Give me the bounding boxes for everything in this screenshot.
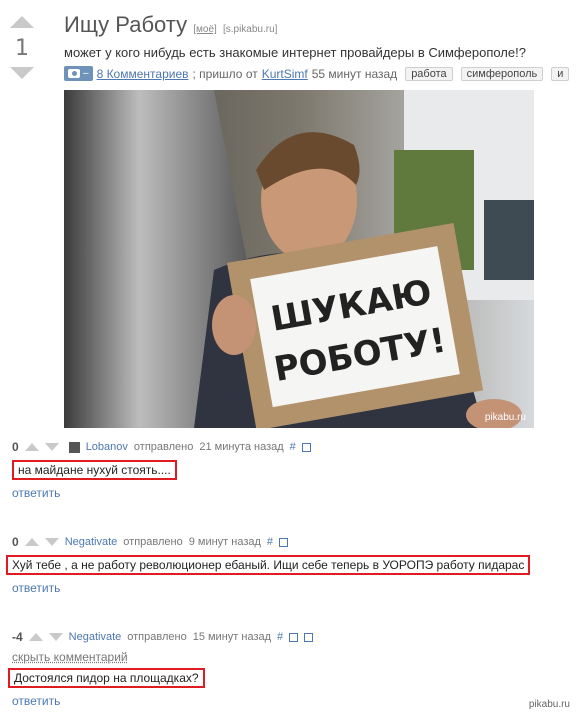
comment-text: на майдане нухуй стоять.... bbox=[12, 460, 177, 480]
save-icon[interactable] bbox=[304, 632, 314, 642]
post-description: может у кого нибудь есть знакомые интерн… bbox=[64, 45, 526, 60]
collapse-icon[interactable] bbox=[289, 632, 299, 642]
comment-time: 15 минут назад bbox=[192, 631, 272, 643]
comment-text: Достоялся пидор на площадках? bbox=[8, 668, 205, 688]
media-badge-label: – bbox=[83, 68, 89, 79]
comment-downvote-icon[interactable] bbox=[44, 443, 59, 451]
tag-work[interactable]: работа bbox=[405, 66, 453, 81]
downvote-icon[interactable] bbox=[10, 67, 34, 79]
comment-upvote-icon[interactable] bbox=[28, 633, 43, 641]
post-meta: – 8 Комментариев ; пришло от KurtSimf 55… bbox=[64, 66, 576, 81]
posted-prefix: ; пришло от bbox=[192, 66, 258, 81]
comments-link[interactable]: 8 Комментариев bbox=[97, 67, 189, 81]
post-image[interactable]: ШУКАЮ РОБОТУ! pikabu.ru bbox=[64, 90, 534, 428]
photo-watermark: pikabu.ru bbox=[485, 412, 526, 423]
reply-link[interactable]: ответить bbox=[12, 694, 313, 708]
comment-time: 21 минута назад bbox=[199, 441, 284, 453]
page-watermark: pikabu.ru bbox=[528, 699, 570, 710]
camera-icon bbox=[68, 69, 80, 78]
comment-meta: 0 Negativate отправлено 9 минут назад # bbox=[12, 535, 530, 549]
comment-score: -4 bbox=[12, 630, 23, 644]
mine-label[interactable]: [моё] bbox=[193, 24, 217, 35]
posted-time: 55 минут назад bbox=[311, 66, 398, 81]
tag-more[interactable]: и bbox=[551, 66, 570, 81]
comment-permalink[interactable]: # bbox=[277, 631, 283, 643]
post-header: Ищу Работу [моё] [s.pikabu.ru] может у к… bbox=[64, 12, 576, 81]
comment-sent: отправлено bbox=[123, 536, 183, 548]
comment-time: 9 минут назад bbox=[188, 536, 261, 548]
source-link[interactable]: [s.pikabu.ru] bbox=[223, 24, 277, 35]
reply-link[interactable]: ответить bbox=[12, 581, 530, 595]
comment-sent: отправлено bbox=[127, 631, 187, 643]
comment-1: 0 Lobanov отправлено 21 минута назад # н… bbox=[12, 440, 311, 500]
upvote-icon[interactable] bbox=[10, 16, 34, 28]
comment-score: 0 bbox=[12, 535, 19, 549]
tag-simferopol[interactable]: симферополь bbox=[460, 66, 544, 81]
post-title-line: Ищу Работу [моё] [s.pikabu.ru] bbox=[64, 12, 576, 43]
comment-permalink[interactable]: # bbox=[290, 441, 296, 453]
comment-sent: отправлено bbox=[133, 441, 194, 453]
comment-meta: -4 Negativate отправлено 15 минут назад … bbox=[12, 630, 314, 644]
comment-upvote-icon[interactable] bbox=[24, 538, 39, 546]
comment-2: 0 Negativate отправлено 9 минут назад # … bbox=[6, 535, 531, 595]
comment-score: 0 bbox=[12, 440, 19, 454]
comment-downvote-icon[interactable] bbox=[48, 633, 63, 641]
comment-text: Хуй тебе , а не работу революционер ебан… bbox=[6, 555, 531, 575]
comment-upvote-icon[interactable] bbox=[24, 443, 39, 451]
post-title[interactable]: Ищу Работу bbox=[64, 12, 187, 37]
save-icon[interactable] bbox=[301, 442, 311, 452]
post-rating: 1 bbox=[15, 36, 29, 61]
author-link[interactable]: KurtSimf bbox=[262, 67, 308, 81]
save-icon[interactable] bbox=[279, 537, 289, 547]
reply-link[interactable]: ответить bbox=[12, 486, 311, 500]
man-with-sign-photo: ШУКАЮ РОБОТУ! pikabu.ru bbox=[64, 90, 534, 428]
comment-user[interactable]: Negativate bbox=[69, 631, 122, 643]
comment-meta: 0 Lobanov отправлено 21 минута назад # bbox=[12, 440, 311, 454]
comment-downvote-icon[interactable] bbox=[44, 538, 59, 546]
comment-3: -4 Negativate отправлено 15 минут назад … bbox=[8, 630, 314, 708]
comment-permalink[interactable]: # bbox=[267, 536, 273, 548]
comment-user[interactable]: Lobanov bbox=[86, 441, 128, 453]
comment-user[interactable]: Negativate bbox=[65, 536, 118, 548]
media-badge[interactable]: – bbox=[64, 66, 93, 81]
hide-comment-link[interactable]: скрыть комментарий bbox=[12, 650, 313, 664]
user-avatar-icon bbox=[68, 441, 80, 453]
post-vote-widget: 1 bbox=[8, 16, 36, 79]
